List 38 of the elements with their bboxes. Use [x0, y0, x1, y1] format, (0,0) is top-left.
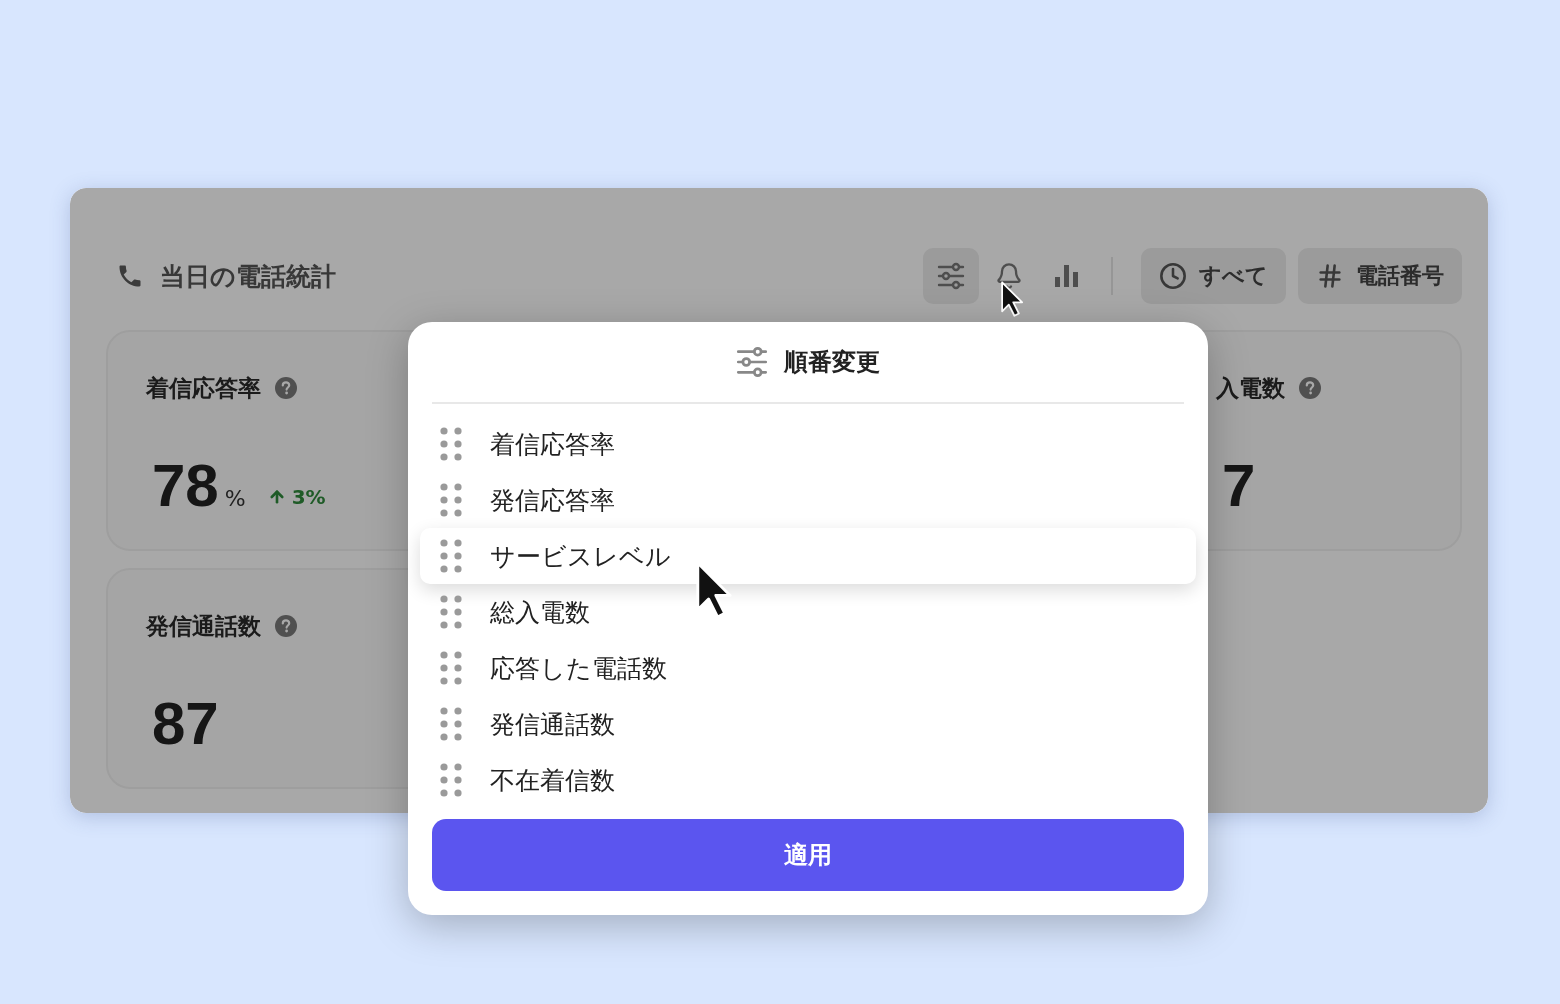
filter-button[interactable]: すべて — [1141, 248, 1286, 304]
panel-title: 当日の電話統計 — [160, 260, 337, 293]
drag-handle-icon[interactable] — [440, 763, 462, 797]
drag-handle-icon[interactable] — [440, 707, 462, 741]
sliders-button[interactable] — [923, 248, 979, 304]
drag-handle-icon[interactable] — [440, 651, 462, 685]
stat-value: 87 — [152, 694, 219, 754]
help-icon[interactable] — [275, 615, 297, 637]
bell-icon — [995, 262, 1023, 290]
reorder-item[interactable]: 不在着信数 — [432, 752, 1184, 808]
stat-value: 7 — [1222, 456, 1256, 516]
help-icon[interactable] — [275, 377, 297, 399]
reorder-item[interactable]: 総入電数 — [432, 584, 1184, 640]
stat-unit: % — [224, 486, 246, 511]
reorder-item[interactable]: サービスレベル — [420, 528, 1196, 584]
stat-title: 着信応答率 — [146, 373, 261, 403]
reorder-item[interactable]: 着信応答率 — [432, 416, 1184, 472]
bar-chart-icon — [1054, 263, 1080, 289]
drag-handle-icon[interactable] — [440, 539, 462, 573]
mouse-pointer-icon — [1001, 281, 1024, 317]
stat-change: 3% — [267, 485, 326, 509]
drag-handle-icon[interactable] — [440, 427, 462, 461]
hash-icon — [1316, 262, 1344, 290]
drag-handle-icon[interactable] — [440, 483, 462, 517]
stat-title: 入電数 — [1216, 373, 1285, 403]
drag-handle-icon[interactable] — [440, 595, 462, 629]
reorder-item[interactable]: 発信通話数 — [432, 696, 1184, 752]
apply-button[interactable]: 適用 — [432, 819, 1184, 891]
stat-title: 発信通話数 — [146, 611, 261, 641]
reorder-item[interactable]: 応答した電話数 — [432, 640, 1184, 696]
help-icon[interactable] — [1299, 377, 1321, 399]
dialog-title: 順番変更 — [784, 347, 880, 378]
filter-button[interactable]: 電話番号 — [1298, 248, 1462, 304]
stat-value: 78 — [152, 456, 219, 516]
clock-icon — [1159, 262, 1187, 290]
sliders-icon — [736, 346, 768, 378]
reorder-item[interactable]: 発信応答率 — [432, 472, 1184, 528]
sliders-icon — [937, 262, 965, 290]
